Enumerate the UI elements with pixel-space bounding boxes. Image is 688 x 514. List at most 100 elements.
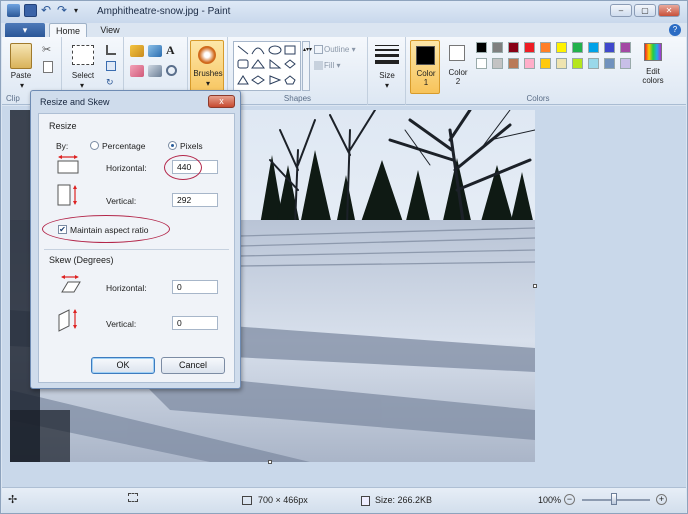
resize-horizontal-label: Horizontal: [106, 163, 147, 173]
palette-color-swatch[interactable] [492, 58, 503, 69]
undo-icon[interactable]: ↶ [41, 4, 54, 17]
palette-color-swatch[interactable] [476, 42, 487, 53]
palette-color-swatch[interactable] [620, 42, 631, 53]
palette-color-swatch[interactable] [508, 42, 519, 53]
canvas-resize-handle[interactable] [268, 460, 272, 464]
palette-color-swatch[interactable] [620, 58, 631, 69]
resize-heading: Resize [49, 121, 77, 131]
paste-label: Paste [10, 71, 32, 80]
palette-color-swatch[interactable] [588, 58, 599, 69]
canvas-resize-handle-right[interactable] [533, 284, 537, 288]
cancel-button[interactable]: Cancel [161, 357, 225, 374]
fill-label[interactable]: Fill ▾ [324, 61, 364, 70]
shapes-group-label: Shapes [283, 94, 312, 103]
outline-icon[interactable] [314, 45, 323, 54]
percentage-label[interactable]: Percentage [102, 141, 145, 151]
tab-view[interactable]: View [93, 23, 127, 37]
brush-icon [198, 46, 216, 64]
cut-icon[interactable]: ✂ [42, 43, 51, 56]
pixels-radio[interactable] [168, 141, 177, 150]
eraser-icon[interactable] [130, 65, 144, 77]
percentage-radio[interactable] [90, 141, 99, 150]
image-dimensions: 700 × 466px [258, 495, 308, 505]
palette-color-swatch[interactable] [524, 58, 535, 69]
zoom-in-button[interactable]: + [656, 494, 667, 505]
paint-app-icon[interactable] [7, 4, 20, 17]
copy-icon[interactable] [43, 61, 53, 73]
color-palette [476, 42, 646, 74]
color-picker-icon[interactable] [148, 65, 162, 77]
help-icon[interactable]: ? [669, 24, 681, 36]
color1-label: Color 1 [416, 69, 436, 87]
palette-color-swatch[interactable] [540, 42, 551, 53]
resize-vertical-input[interactable]: 292 [172, 193, 218, 207]
colors-group: Color 1 Color 2 Edit colors Colors [406, 37, 670, 105]
status-bar: ✢ 700 × 466px Size: 266.2KB 100% − + [2, 487, 686, 513]
palette-color-swatch[interactable] [492, 42, 503, 53]
file-size-icon [361, 496, 370, 506]
paste-icon[interactable] [10, 43, 32, 69]
color2-button[interactable]: Color 2 [444, 40, 472, 94]
paint-window: ↶ ↷ ▾ Amphitheatre-snow.jpg - Paint ‒ ▢ … [0, 0, 688, 514]
by-label: By: [56, 141, 69, 151]
dialog-title: Resize and Skew [40, 97, 110, 107]
dialog-body: Resize By: Percentage Pixels Horizontal:… [38, 113, 235, 383]
fill-icon[interactable] [148, 45, 162, 57]
resize-skew-dialog: Resize and Skew x Resize By: Percentage … [30, 90, 241, 389]
palette-color-swatch[interactable] [476, 58, 487, 69]
palette-color-swatch[interactable] [540, 58, 551, 69]
maximize-button[interactable]: ▢ [634, 4, 656, 17]
outline-label[interactable]: Outline ▾ [324, 45, 364, 54]
palette-color-swatch[interactable] [572, 58, 583, 69]
pencil-icon[interactable] [130, 45, 144, 57]
color2-label: Color 2 [448, 68, 468, 86]
skew-horizontal-input[interactable]: 0 [172, 280, 218, 294]
ok-button[interactable]: OK [91, 357, 155, 374]
size-icon[interactable] [375, 45, 399, 64]
palette-color-swatch[interactable] [524, 42, 535, 53]
palette-color-swatch[interactable] [556, 42, 567, 53]
shapes-group: ▴▾▾ Outline ▾ Fill ▾ Shapes [228, 37, 368, 105]
resize-horizontal-icon [57, 155, 79, 174]
selection-size-icon [128, 493, 138, 502]
magnifier-icon[interactable] [166, 65, 177, 76]
file-size: Size: 266.2KB [375, 495, 433, 505]
select-icon[interactable] [72, 45, 94, 65]
minimize-button[interactable]: ‒ [610, 4, 632, 17]
crop-icon[interactable] [106, 45, 116, 55]
edit-colors-icon[interactable] [644, 43, 662, 61]
colors-group-label: Colors [526, 94, 550, 103]
zoom-out-button[interactable]: − [564, 494, 575, 505]
shapes-scroll-icon[interactable]: ▴▾▾ [302, 41, 312, 91]
palette-color-swatch[interactable] [588, 42, 599, 53]
palette-color-swatch[interactable] [604, 58, 615, 69]
edit-colors-label[interactable]: Edit colors [638, 67, 668, 85]
tab-home[interactable]: Home [49, 23, 87, 37]
text-icon[interactable]: A [166, 43, 180, 57]
skew-vertical-input[interactable]: 0 [172, 316, 218, 330]
palette-color-swatch[interactable] [572, 42, 583, 53]
palette-color-swatch[interactable] [556, 58, 567, 69]
shapes-gallery[interactable] [233, 41, 301, 91]
zoom-slider-thumb[interactable] [611, 493, 617, 505]
close-button[interactable]: ✕ [658, 4, 680, 17]
skew-horizontal-icon [61, 275, 81, 293]
file-menu-button[interactable]: ▾ [5, 23, 45, 37]
resize-icon[interactable] [106, 61, 116, 71]
resize-vertical-icon [57, 184, 77, 206]
pixels-label[interactable]: Pixels [180, 141, 203, 151]
redo-icon[interactable]: ↷ [57, 4, 70, 17]
color1-button[interactable]: Color 1 [410, 40, 440, 94]
palette-color-swatch[interactable] [604, 42, 615, 53]
dialog-close-button[interactable]: x [208, 95, 235, 108]
color1-swatch [416, 46, 435, 65]
skew-heading: Skew (Degrees) [49, 255, 114, 265]
rotate-icon[interactable]: ↻ [106, 77, 114, 88]
title-bar: ↶ ↷ ▾ Amphitheatre-snow.jpg - Paint ‒ ▢ … [1, 1, 687, 23]
fill-shape-icon[interactable] [314, 61, 323, 70]
palette-color-swatch[interactable] [508, 58, 519, 69]
save-icon[interactable] [24, 4, 37, 17]
brushes-label: Brushes [193, 69, 223, 78]
customize-quick-access-icon[interactable]: ▾ [74, 4, 87, 17]
color2-swatch [449, 45, 465, 61]
